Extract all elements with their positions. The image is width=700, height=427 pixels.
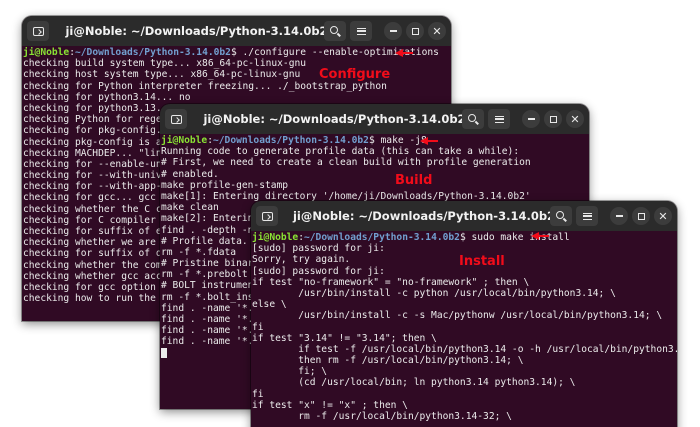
prompt-command: sudo make install	[471, 232, 570, 243]
search-button[interactable]	[462, 109, 484, 129]
output-line: else \	[252, 299, 287, 311]
maximize-icon	[637, 212, 645, 220]
new-tab-button[interactable]	[27, 21, 49, 41]
maximize-icon	[411, 27, 419, 35]
minimize-button[interactable]	[384, 22, 402, 40]
maximize-button[interactable]	[544, 110, 562, 128]
output-line: /usr/bin/install -c python /usr/local/bi…	[252, 287, 616, 299]
close-icon: ✕	[570, 112, 580, 126]
output-line: fi	[252, 388, 264, 400]
output-line: fi; \	[252, 366, 328, 378]
output-line: checking for Python interpreter freezing…	[23, 80, 387, 92]
close-button[interactable]: ✕	[654, 207, 672, 225]
output-line: checking for python3.14... no	[23, 91, 191, 103]
prompt-line: ji@Noble:~/Downloads/Python-3.14.0b2$ ./…	[23, 47, 439, 58]
terminal-window-install[interactable]: ji@Noble: ~/Downloads/Python-3.14.0b2 ✕ …	[251, 201, 677, 427]
annotation-build: Build	[395, 173, 433, 188]
output-line: if test -f /usr/local/bin/python3.14 -o …	[252, 343, 677, 355]
prompt-user: ji@Noble	[161, 135, 208, 146]
prompt-user: ji@Noble	[23, 47, 70, 58]
new-tab-icon	[261, 211, 273, 221]
new-tab-icon	[32, 26, 44, 36]
output-line: rm -f /usr/local/bin/python3.14-32; \	[252, 411, 512, 422]
new-tab-button[interactable]	[165, 109, 187, 129]
minimize-icon	[615, 215, 623, 217]
hamburger-menu-icon	[582, 212, 592, 220]
prompt-line: ji@Noble:~/Downloads/Python-3.14.0b2$ su…	[252, 232, 570, 243]
window-title: ji@Noble: ~/Downloads/Python-3.14.0b2	[203, 112, 466, 126]
prompt-user: ji@Noble	[252, 232, 299, 243]
maximize-icon	[549, 115, 557, 123]
close-button[interactable]: ✕	[428, 22, 446, 40]
output-line: Running code to generate profile data (t…	[161, 146, 520, 158]
new-tab-button[interactable]	[256, 206, 278, 226]
search-icon	[330, 26, 338, 34]
menu-button[interactable]	[350, 21, 372, 41]
hamburger-menu-icon	[494, 115, 504, 123]
minimize-button[interactable]	[522, 110, 540, 128]
cursor-block-icon	[161, 347, 167, 358]
output-line: /usr/bin/install -c -s Mac/pythonw /usr/…	[252, 310, 663, 322]
arrow-build-icon	[420, 137, 438, 145]
annotation-install: Install	[459, 254, 505, 269]
output-line: if test "no-framework" = "no-framework" …	[252, 276, 530, 288]
titlebar[interactable]: ji@Noble: ~/Downloads/Python-3.14.0b2 ✕	[22, 16, 451, 46]
maximize-button[interactable]	[632, 207, 650, 225]
output-line: if test "x" != "x" ; then \	[252, 399, 408, 411]
close-icon: ✕	[432, 24, 442, 38]
output-line: make profile-gen-stamp	[161, 179, 289, 191]
menu-button[interactable]	[488, 109, 510, 129]
output-line: fi	[252, 321, 264, 333]
hamburger-menu-icon	[356, 27, 366, 35]
titlebar[interactable]: ji@Noble: ~/Downloads/Python-3.14.0b2 ✕	[251, 201, 677, 231]
new-tab-icon	[170, 114, 182, 124]
output-line: [sudo] password for ji:	[252, 243, 385, 255]
close-button[interactable]: ✕	[566, 110, 584, 128]
minimize-icon	[527, 118, 535, 120]
search-button[interactable]	[324, 21, 346, 41]
arrow-configure-icon	[395, 49, 413, 57]
annotation-configure: Configure	[319, 67, 391, 82]
output-line: then rm -f /usr/local/bin/python3.14; \	[252, 355, 524, 367]
maximize-button[interactable]	[406, 22, 424, 40]
arrow-install-icon	[531, 232, 549, 240]
prompt-path: ~/Downloads/Python-3.14.0b2	[304, 232, 460, 243]
output-line: # enabled.	[161, 168, 219, 180]
window-title: ji@Noble: ~/Downloads/Python-3.14.0b2	[292, 209, 556, 223]
output-line: if test "3.14" != "3.14"; then \	[252, 332, 437, 344]
prompt-line: ji@Noble:~/Downloads/Python-3.14.0b2$ ma…	[161, 135, 427, 146]
menu-button[interactable]	[576, 206, 598, 226]
search-button[interactable]	[550, 206, 572, 226]
prompt-path: ~/Downloads/Python-3.14.0b2	[75, 47, 231, 58]
prompt-path: ~/Downloads/Python-3.14.0b2	[213, 135, 369, 146]
output-line: (cd /usr/local/bin; ln python3.14 python…	[252, 377, 576, 389]
titlebar[interactable]: ji@Noble: ~/Downloads/Python-3.14.0b2 ✕	[160, 104, 589, 134]
window-title: ji@Noble: ~/Downloads/Python-3.14.0b2	[65, 24, 328, 38]
output-line: # First, we need to create a clean build…	[161, 157, 531, 169]
minimize-button[interactable]	[610, 207, 628, 225]
search-icon	[468, 114, 476, 122]
close-icon: ✕	[658, 209, 668, 223]
search-icon	[556, 211, 564, 219]
minimize-icon	[389, 30, 397, 32]
